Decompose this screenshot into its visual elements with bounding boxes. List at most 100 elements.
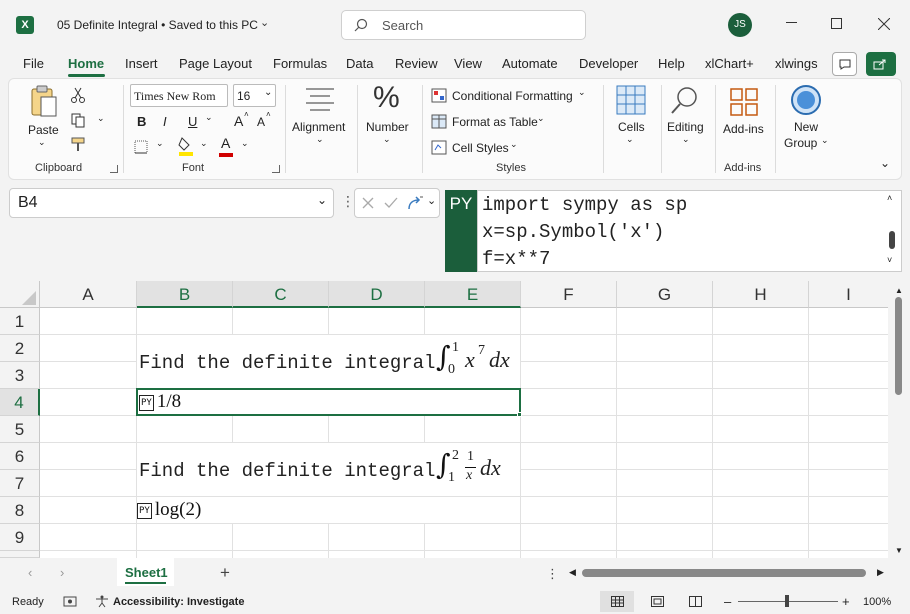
formula-input[interactable]: import sympy as sp x=sp.Symbol('x') f=x*… bbox=[477, 190, 902, 272]
new-group-line2[interactable]: Group bbox=[784, 136, 817, 150]
zoom-in-button[interactable]: + bbox=[842, 594, 850, 609]
font-launcher-icon[interactable] bbox=[272, 165, 280, 173]
row-header-4[interactable]: 4 bbox=[0, 389, 40, 416]
formula-bar-more-icon[interactable]: ⋮ bbox=[341, 193, 355, 210]
tab-help[interactable]: Help bbox=[658, 56, 685, 71]
normal-view-button[interactable] bbox=[600, 591, 634, 612]
tab-file[interactable]: File bbox=[23, 56, 44, 71]
addins-button[interactable]: Add-ins bbox=[723, 122, 764, 136]
borders-chevron-icon[interactable]: ⌄ bbox=[156, 138, 164, 149]
alignment-chevron-icon[interactable]: ⌄ bbox=[316, 134, 324, 145]
sheet-prev-icon[interactable]: ‹ bbox=[28, 565, 32, 580]
alignment-icon[interactable] bbox=[305, 87, 335, 113]
format-as-table-button[interactable]: Format as Table bbox=[452, 115, 538, 129]
share-button[interactable] bbox=[866, 52, 896, 76]
paste-chevron-icon[interactable]: ⌄ bbox=[38, 137, 46, 148]
close-icon[interactable] bbox=[878, 18, 890, 30]
tab-automate[interactable]: Automate bbox=[502, 56, 558, 71]
tab-data[interactable]: Data bbox=[346, 56, 373, 71]
formula-scroll-up-icon[interactable]: ˄ bbox=[887, 193, 892, 203]
font-size-select[interactable]: 16 ⌄ bbox=[233, 84, 276, 107]
editing-search-icon[interactable] bbox=[670, 85, 700, 115]
add-sheet-button[interactable]: + bbox=[220, 563, 230, 583]
tab-insert[interactable]: Insert bbox=[125, 56, 158, 71]
horizontal-scroll-thumb[interactable] bbox=[582, 569, 866, 577]
sheet-bar-more-icon[interactable]: ⋮ bbox=[546, 566, 559, 582]
paste-button[interactable]: Paste bbox=[28, 123, 59, 137]
formula-buttons-chevron-icon[interactable]: ⌄ bbox=[427, 194, 436, 207]
hscroll-left-icon[interactable]: ◀ bbox=[569, 567, 576, 578]
font-name-select[interactable]: Times New Rom bbox=[130, 84, 228, 107]
column-header-b[interactable]: B bbox=[137, 281, 233, 308]
tab-view[interactable]: View bbox=[454, 56, 482, 71]
python-object-icon[interactable]: PY bbox=[137, 503, 152, 519]
tab-xlchart[interactable]: xlChart+ bbox=[705, 56, 754, 71]
column-header-i[interactable]: I bbox=[809, 281, 888, 308]
zoom-out-button[interactable]: – bbox=[724, 594, 731, 609]
row-header-7[interactable]: 7 bbox=[0, 470, 40, 497]
hscroll-right-icon[interactable]: ▶ bbox=[877, 567, 884, 578]
python-diagnostics-icon[interactable] bbox=[406, 195, 424, 213]
row-header-3[interactable]: 3 bbox=[0, 362, 40, 389]
tab-xlwings[interactable]: xlwings bbox=[775, 56, 818, 71]
font-color-chevron-icon[interactable]: ⌄ bbox=[241, 138, 249, 149]
column-header-f[interactable]: F bbox=[521, 281, 617, 308]
new-group-icon[interactable] bbox=[790, 84, 822, 116]
shrink-font-button[interactable]: A bbox=[257, 115, 265, 129]
cell-styles-button[interactable]: Cell Styles bbox=[452, 141, 509, 155]
name-box-chevron-icon[interactable]: ⌄ bbox=[317, 193, 327, 207]
minimize-icon[interactable] bbox=[786, 22, 797, 23]
format-as-table-chevron-icon[interactable]: ⌄ bbox=[537, 113, 545, 124]
number-button[interactable]: Number bbox=[366, 120, 409, 134]
scroll-down-icon[interactable]: ▼ bbox=[895, 546, 903, 555]
underline-button[interactable]: U bbox=[188, 114, 197, 129]
page-layout-view-icon[interactable] bbox=[651, 596, 664, 607]
conditional-formatting-button[interactable]: Conditional Formatting bbox=[452, 89, 573, 103]
italic-button[interactable]: I bbox=[163, 114, 167, 129]
result-2-cell[interactable]: PY log(2) bbox=[137, 497, 520, 523]
cancel-icon[interactable] bbox=[362, 197, 374, 209]
number-percent-icon[interactable]: % bbox=[373, 81, 400, 115]
python-mode-badge[interactable]: PY bbox=[445, 190, 477, 272]
row-header-2[interactable]: 2 bbox=[0, 335, 40, 362]
name-box[interactable]: B4 ⌄ bbox=[9, 188, 334, 218]
column-header-c[interactable]: C bbox=[233, 281, 329, 308]
enter-icon[interactable] bbox=[384, 197, 398, 209]
format-painter-icon[interactable] bbox=[71, 137, 86, 152]
fill-color-icon[interactable] bbox=[178, 136, 194, 156]
new-group-line1[interactable]: New bbox=[794, 120, 818, 134]
avatar[interactable]: JS bbox=[728, 13, 752, 37]
accessibility-status[interactable]: Accessibility: Investigate bbox=[113, 596, 244, 608]
vertical-scrollbar[interactable]: ▲ ▼ bbox=[888, 281, 910, 558]
tab-review[interactable]: Review bbox=[395, 56, 438, 71]
cells-chevron-icon[interactable]: ⌄ bbox=[626, 134, 634, 145]
alignment-button[interactable]: Alignment bbox=[292, 120, 345, 134]
fill-handle[interactable] bbox=[517, 412, 522, 417]
borders-icon[interactable] bbox=[134, 140, 148, 154]
python-object-icon[interactable]: PY bbox=[139, 395, 154, 411]
font-color-button[interactable]: A bbox=[221, 135, 230, 151]
formula-scroll-thumb[interactable] bbox=[889, 231, 895, 249]
macro-recording-icon[interactable] bbox=[63, 596, 77, 607]
underline-chevron-icon[interactable]: ⌄ bbox=[205, 112, 213, 123]
problem-2-cell[interactable]: Find the definite integral ∫ 2 1 1 x dx bbox=[137, 443, 520, 496]
bold-button[interactable]: B bbox=[137, 114, 146, 129]
formula-scroll-down-icon[interactable]: ˅ bbox=[887, 255, 892, 265]
column-header-a[interactable]: A bbox=[40, 281, 137, 308]
cell-styles-chevron-icon[interactable]: ⌄ bbox=[510, 139, 518, 150]
clipboard-launcher-icon[interactable] bbox=[110, 165, 118, 173]
editing-chevron-icon[interactable]: ⌄ bbox=[682, 134, 690, 145]
zoom-level[interactable]: 100% bbox=[863, 596, 891, 608]
row-header-9[interactable]: 9 bbox=[0, 524, 40, 551]
column-header-h[interactable]: H bbox=[713, 281, 809, 308]
accessibility-icon[interactable] bbox=[95, 595, 109, 608]
row-header-5[interactable]: 5 bbox=[0, 416, 40, 443]
cut-icon[interactable] bbox=[71, 87, 85, 103]
column-header-g[interactable]: G bbox=[617, 281, 713, 308]
result-1-cell[interactable]: PY 1/8 bbox=[136, 388, 522, 417]
ribbon-collapse-icon[interactable]: ⌄ bbox=[880, 156, 890, 170]
cells-icon[interactable] bbox=[616, 85, 646, 115]
maximize-icon[interactable] bbox=[831, 18, 842, 29]
fill-color-chevron-icon[interactable]: ⌄ bbox=[200, 138, 208, 149]
tab-page-layout[interactable]: Page Layout bbox=[179, 56, 252, 71]
